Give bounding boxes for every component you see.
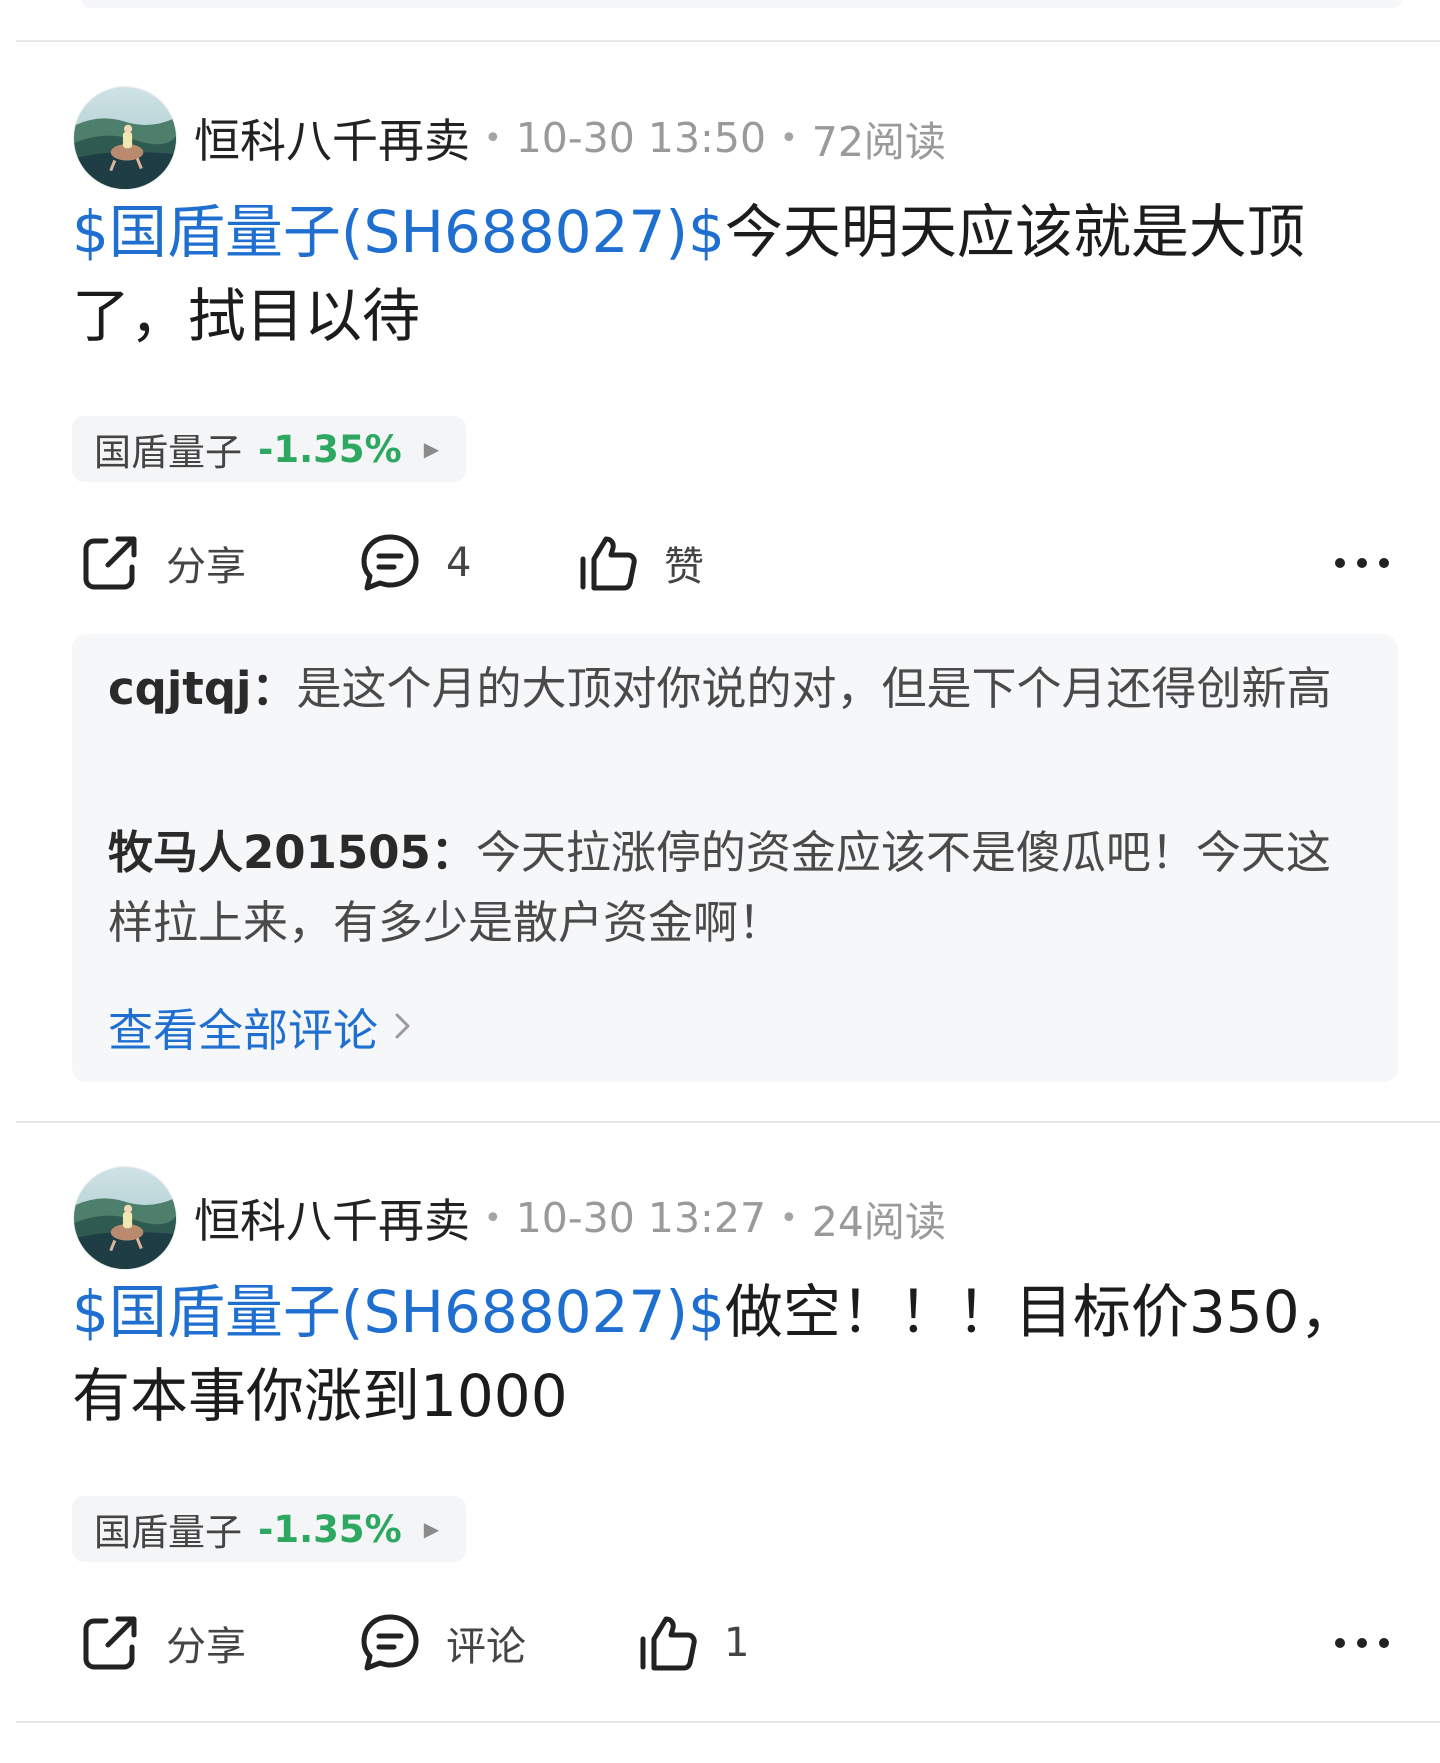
post-header: 恒科八千再卖 • 10-30 13:27 • 24阅读 — [74, 1166, 946, 1270]
post-time: 10-30 13:27 — [515, 1194, 767, 1242]
author-name[interactable]: 恒科八千再卖 — [194, 1185, 470, 1251]
like-button[interactable]: 赞 — [576, 518, 704, 608]
stock-tag-name: 国盾量子 — [94, 1511, 242, 1554]
share-icon — [83, 1616, 137, 1670]
view-all-label: 查看全部评论 — [108, 1003, 379, 1057]
play-icon: ▶ — [423, 1517, 440, 1541]
post-header: 恒科八千再卖 • 10-30 13:50 • 72阅读 — [74, 86, 946, 190]
like-count: 1 — [724, 1620, 750, 1666]
chevron-right-icon — [395, 1013, 410, 1039]
action-bar: 分享 评论 1 — [0, 1598, 1440, 1688]
comment-button[interactable]: 评论 — [358, 1598, 526, 1688]
comment-text: 是这个月的大顶对你说的对，但是下个月还得创新高 — [296, 662, 1332, 715]
comment-user[interactable]: cqjtqj： — [108, 662, 296, 715]
read-count: 24阅读 — [811, 1198, 946, 1246]
post-content[interactable]: $国盾量子(SH688027)$今天明天应该就是大顶了，拭目以待 — [72, 190, 1372, 358]
stock-tag-name: 国盾量子 — [94, 431, 242, 474]
meta-separator: • — [484, 120, 502, 156]
comment-item: 牧马人201505：今天拉涨停的资金应该不是傻瓜吧！今天这样拉上来，有多少是散户… — [108, 818, 1370, 958]
comment-icon — [361, 534, 419, 591]
share-button[interactable]: 分享 — [78, 1598, 246, 1688]
author-avatar[interactable] — [74, 87, 176, 189]
comment-user[interactable]: 牧马人201505： — [108, 826, 476, 879]
read-count: 72阅读 — [811, 118, 946, 166]
stock-link[interactable]: $国盾量子(SH688027)$ — [72, 1278, 725, 1346]
comment-item: cqjtqj：是这个月的大顶对你说的对，但是下个月还得创新高 — [108, 654, 1370, 724]
view-all-comments-link[interactable]: 查看全部评论 — [108, 996, 416, 1057]
share-button[interactable]: 分享 — [78, 518, 246, 608]
divider — [16, 40, 1440, 42]
post-time: 10-30 13:50 — [515, 114, 767, 162]
action-bar: 分享 4 赞 — [0, 518, 1440, 608]
author-name[interactable]: 恒科八千再卖 — [194, 105, 470, 171]
stock-tag[interactable]: 国盾量子 -1.35% ▶ — [72, 416, 466, 482]
stock-tag[interactable]: 国盾量子 -1.35% ▶ — [72, 1496, 466, 1562]
thumbs-up-icon — [580, 536, 637, 591]
comment-count: 4 — [446, 540, 472, 586]
meta-separator: • — [484, 1200, 502, 1236]
share-icon — [83, 536, 137, 590]
more-icon[interactable] — [1330, 533, 1394, 593]
more-icon[interactable] — [1330, 1613, 1394, 1673]
comment-label: 评论 — [446, 1624, 526, 1670]
comment-icon — [361, 1614, 419, 1671]
previous-card-edge — [82, 0, 1402, 8]
comment-button[interactable]: 4 — [358, 518, 471, 608]
share-label: 分享 — [166, 1624, 246, 1670]
meta-separator: • — [780, 120, 798, 156]
like-button[interactable]: 1 — [636, 1598, 749, 1688]
divider — [16, 1721, 1440, 1723]
stock-tag-change: -1.35% — [258, 1507, 402, 1551]
divider — [16, 1121, 1440, 1123]
stock-tag-change: -1.35% — [258, 427, 402, 471]
thumbs-up-icon — [640, 1616, 697, 1671]
play-icon: ▶ — [423, 437, 440, 461]
share-label: 分享 — [166, 544, 246, 590]
like-label: 赞 — [664, 544, 704, 590]
comments-preview[interactable]: cqjtqj：是这个月的大顶对你说的对，但是下个月还得创新高 牧马人201505… — [72, 634, 1398, 1082]
post-content[interactable]: $国盾量子(SH688027)$做空！！！目标价350，有本事你涨到1000 — [72, 1270, 1372, 1438]
stock-link[interactable]: $国盾量子(SH688027)$ — [72, 198, 725, 266]
author-avatar[interactable] — [74, 1167, 176, 1269]
meta-separator: • — [780, 1200, 798, 1236]
